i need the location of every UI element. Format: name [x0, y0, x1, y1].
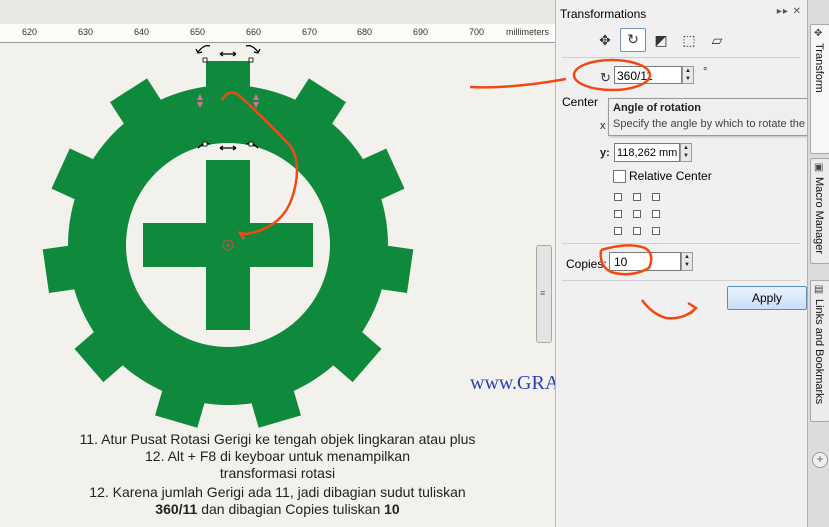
caption-angle-value: 360/11	[155, 501, 198, 517]
docker-collapse-icon[interactable]: ▸▸ ✕	[777, 6, 802, 17]
caption-text: dan dibagian Copies tuliskan	[197, 501, 385, 517]
skew-mode-button[interactable]: ▱	[706, 30, 728, 50]
tab-transformations[interactable]: ✥ Transform	[810, 24, 829, 154]
docker-tab-strip: ✥ Transform ▣ Macro Manager ▤ Links and …	[807, 0, 829, 527]
caption-line: 12. Karena jumlah Gerigi ada 11, jadi di…	[89, 484, 466, 500]
caption-copies-value: 10	[384, 501, 400, 517]
position-icon: ✥	[599, 32, 611, 48]
skew-icon: ▱	[711, 32, 723, 48]
tab-label: Links and Bookmarks	[813, 299, 825, 405]
links-tab-icon: ▤	[814, 284, 824, 295]
annotation-marks	[469, 58, 698, 320]
rotate-icon: ↻	[627, 31, 639, 47]
caption-line: 12. Alt + F8 di keyboar untuk menampilka…	[145, 448, 410, 464]
size-icon: ⬚	[682, 32, 696, 48]
docker-title: Transformations	[560, 7, 647, 21]
tab-macro-manager[interactable]: ▣ Macro Manager	[810, 158, 829, 264]
caption-line-bold: 360/11 dan dibagian Copies tuliskan 10	[0, 501, 555, 518]
tab-label: Transform	[813, 43, 825, 93]
caption-line: 11. Atur Pusat Rotasi Gerigi ke tengah o…	[79, 431, 476, 447]
rotate-mode-button[interactable]: ↻	[620, 28, 646, 52]
position-mode-button[interactable]: ✥	[594, 30, 616, 50]
scale-icon: ◩	[654, 32, 668, 48]
macro-tab-icon: ▣	[814, 162, 824, 173]
scale-mode-button[interactable]: ◩	[650, 30, 672, 50]
docker-header: Transformations ▸▸ ✕	[556, 4, 808, 24]
add-docker-icon[interactable]: +	[812, 452, 828, 468]
transformations-docker: Transformations ▸▸ ✕ ✥ ↻ ◩ ⬚ ▱ ↻ 360/11 …	[469, 0, 829, 527]
transform-tab-icon: ✥	[814, 28, 823, 39]
size-mode-button[interactable]: ⬚	[678, 30, 700, 50]
tab-links-bookmarks[interactable]: ▤ Links and Bookmarks	[810, 280, 829, 422]
angle-tooltip: Angle of rotation Specify the angle by w…	[608, 98, 829, 136]
tooltip-title: Angle of rotation	[613, 102, 701, 114]
tab-label: Macro Manager	[813, 177, 825, 255]
tooltip-body: Specify the angle by which to rotate the…	[613, 118, 815, 130]
caption-line: transformasi rotasi	[219, 465, 336, 481]
rotation-center-dot	[226, 243, 230, 247]
